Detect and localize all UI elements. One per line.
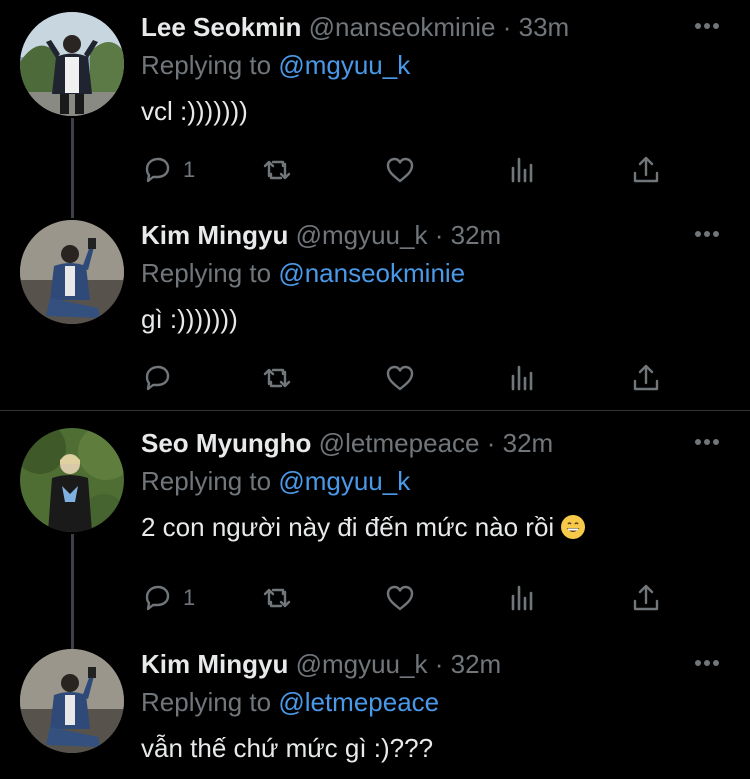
analytics-icon <box>511 585 533 611</box>
analytics-button[interactable] <box>507 580 539 616</box>
handle[interactable]: @mgyuu_k <box>296 220 428 250</box>
share-icon <box>633 156 659 183</box>
like-button[interactable] <box>384 580 416 616</box>
reply-button[interactable]: 1 <box>141 580 195 616</box>
like-icon <box>386 157 414 183</box>
avatar[interactable] <box>20 12 124 116</box>
replying-to-handle[interactable]: @nanseokminie <box>278 258 465 288</box>
share-icon <box>633 584 659 611</box>
retweet-icon <box>263 588 291 608</box>
more-icon[interactable] <box>694 659 720 667</box>
tweet-header: Kim Mingyu @mgyuu_k · 32m <box>141 220 501 251</box>
action-bar: 1 <box>141 152 721 188</box>
display-name[interactable]: Kim Mingyu <box>141 649 288 679</box>
tweet-text: 2 con người này đi đến mức nào rồi <box>141 512 555 542</box>
analytics-icon <box>511 157 533 183</box>
tweet[interactable]: Seo Myungho @letmepeace · 32m Replying t… <box>0 416 750 654</box>
retweet-button[interactable] <box>261 152 293 188</box>
analytics-button[interactable] <box>507 152 539 188</box>
display-name[interactable]: Kim Mingyu <box>141 220 288 250</box>
tweet-header: Lee Seokmin @nanseokminie · 33m <box>141 12 569 43</box>
reply-button[interactable] <box>141 360 183 396</box>
like-button[interactable] <box>384 360 416 396</box>
tweet-header: Kim Mingyu @mgyuu_k · 32m <box>141 649 501 680</box>
share-button[interactable] <box>630 580 662 616</box>
reply-count: 1 <box>183 157 196 182</box>
like-button[interactable] <box>384 152 416 188</box>
replying-to-handle[interactable]: @mgyuu_k <box>278 50 410 80</box>
avatar[interactable] <box>20 428 124 532</box>
thread-divider <box>0 410 750 411</box>
replying-to-label: Replying to <box>141 466 272 496</box>
replying-to-line: Replying to @nanseokminie <box>141 258 465 289</box>
profile-photo-icon <box>20 220 124 324</box>
more-icon[interactable] <box>694 22 720 30</box>
separator-dot: · <box>434 649 444 679</box>
reply-icon <box>145 585 170 611</box>
tweet[interactable]: Lee Seokmin @nanseokminie · 33m Replying… <box>0 0 750 218</box>
separator-dot: · <box>502 12 512 42</box>
analytics-icon <box>511 365 533 391</box>
handle[interactable]: @letmepeace <box>319 428 480 458</box>
action-bar <box>141 360 721 396</box>
replying-to-handle[interactable]: @mgyuu_k <box>278 466 410 496</box>
tweet-header: Seo Myungho @letmepeace · 32m <box>141 428 553 459</box>
reply-button[interactable]: 1 <box>141 152 195 188</box>
retweet-button[interactable] <box>261 360 293 396</box>
tweet[interactable]: Kim Mingyu @mgyuu_k · 32m Replying to @l… <box>0 637 750 779</box>
handle[interactable]: @mgyuu_k <box>296 649 428 679</box>
timestamp[interactable]: 32m <box>503 428 554 458</box>
tweet[interactable]: Kim Mingyu @mgyuu_k · 32m Replying to @n… <box>0 208 750 410</box>
replying-to-handle[interactable]: @letmepeace <box>278 687 439 717</box>
replying-to-label: Replying to <box>141 687 272 717</box>
display-name[interactable]: Lee Seokmin <box>141 12 301 42</box>
replying-to-line: Replying to @mgyuu_k <box>141 50 410 81</box>
replying-to-line: Replying to @letmepeace <box>141 687 439 718</box>
replying-to-line: Replying to @mgyuu_k <box>141 466 410 497</box>
tweet-text: vcl :))))))) <box>141 96 248 126</box>
replying-to-label: Replying to <box>141 50 272 80</box>
replying-to-label: Replying to <box>141 258 272 288</box>
retweet-icon <box>263 368 291 388</box>
reply-icon <box>145 365 170 391</box>
retweet-button[interactable] <box>261 580 293 616</box>
profile-photo-icon <box>20 12 124 116</box>
more-icon[interactable] <box>694 438 720 446</box>
more-icon[interactable] <box>694 230 720 238</box>
analytics-button[interactable] <box>507 360 539 396</box>
tweet-text: vẫn thế chứ mức gì :)??? <box>141 733 434 763</box>
share-button[interactable] <box>630 360 662 396</box>
profile-photo-icon <box>20 428 124 532</box>
profile-photo-icon <box>20 649 124 753</box>
action-bar: 1 <box>141 580 721 616</box>
avatar[interactable] <box>20 220 124 324</box>
separator-dot: · <box>486 428 496 458</box>
handle[interactable]: @nanseokminie <box>309 12 496 42</box>
avatar[interactable] <box>20 649 124 753</box>
retweet-icon <box>263 160 291 180</box>
display-name[interactable]: Seo Myungho <box>141 428 311 458</box>
timestamp[interactable]: 32m <box>451 220 502 250</box>
timestamp[interactable]: 32m <box>451 649 502 679</box>
like-icon <box>386 365 414 391</box>
reply-icon <box>145 157 170 183</box>
thread-line <box>71 534 74 654</box>
tweet-text-line: 2 con người này đi đến mức nào rồi <box>141 512 586 543</box>
thread-line <box>71 118 74 218</box>
reply-count: 1 <box>183 585 196 610</box>
share-icon <box>633 364 659 391</box>
share-button[interactable] <box>630 152 662 188</box>
separator-dot: · <box>434 220 444 250</box>
timestamp[interactable]: 33m <box>519 12 570 42</box>
tweet-text: gì :))))))) <box>141 304 238 334</box>
like-icon <box>386 585 414 611</box>
grinning-face-emoji-icon <box>561 515 586 539</box>
